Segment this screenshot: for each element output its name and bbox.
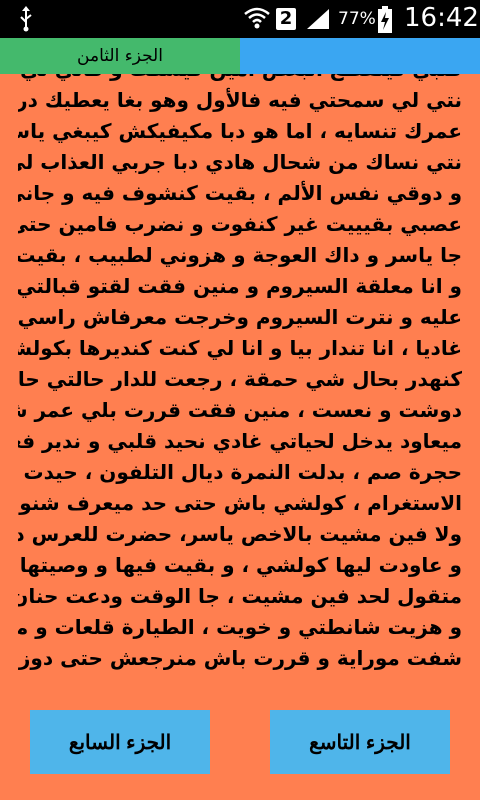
story-line: فلبي كيتقطع البعض امين كيسكت و قالي لي ا… — [18, 74, 462, 85]
story-line: و دوقي نفس الألم ، بقيت كنشوف فيه و جاني… — [18, 181, 462, 205]
story-line: ولا فين مشيت بالاخص ياسر، حضرت للعرس ديا… — [18, 522, 462, 546]
story-line: حجرة صم ، بدلت النمرة ديال التلفون ، حيد… — [18, 460, 462, 484]
story-line: و انا معلقة السيروم و منين فقت لقتو قبال… — [18, 274, 462, 298]
story-line: عليه و نترت السيروم وخرجت معرفاش راسي في… — [18, 305, 462, 329]
clock: 16:42 — [404, 3, 479, 33]
story-line: كنهدر بحال شي حمقة ، رجعت للدار حالتي حا… — [18, 367, 462, 391]
story-line: دوشت و نعست ، منين فقت قررت بلي عمر شي ح… — [18, 398, 462, 422]
story-line: غاديا ، انا تندار بيا و انا لي كنت كندير… — [18, 336, 462, 360]
story-scroll-view[interactable]: فلبي كيتقطع البعض امين كيسكت و قالي لي ا… — [0, 74, 480, 700]
next-part-button[interactable]: الجزء التاسع — [270, 710, 450, 774]
story-line: عصبي بقيييت غير كنفوت و نضرب فامين حتى س… — [18, 212, 462, 236]
story-line: الاستغرام ، كولشي باش حتى حد ميعرف شنو و… — [18, 491, 462, 515]
status-bar: 2 77% 16:42 — [0, 0, 480, 38]
story-line: نتي لي سمحتي فيه فالأول وهو بغا يعطيك در… — [18, 88, 462, 112]
story-line: متقول لحد فين مشيت ، جا الوقت ودعت حنان … — [18, 584, 462, 608]
previous-part-button[interactable]: الجزء السابع — [30, 710, 210, 774]
story-line: جا ياسر و داك العوجة و هزوني لطبيب ، بقي… — [18, 243, 462, 267]
wifi-icon — [244, 7, 270, 33]
sim-slot-badge: 2 — [276, 8, 296, 30]
tab-part-eight[interactable]: الجزء الثامن — [0, 38, 240, 74]
tab-bar: الجزء الثامن — [0, 38, 480, 74]
story-text: فلبي كيتقطع البعض امين كيسكت و قالي لي ا… — [18, 74, 462, 674]
story-line: شفت موراية و قررت باش منرجعش حتى دوز عام… — [18, 646, 462, 670]
story-line: و هزيت شانطتي و خويت ، الطيارة قلعات و م… — [18, 615, 462, 639]
signal-icon — [305, 7, 331, 35]
story-line: نتي نساك من شحال هادي دبا جربي العذاب لي… — [18, 150, 462, 174]
usb-icon — [18, 6, 34, 36]
battery-percent: 77% — [338, 9, 376, 29]
tab-secondary[interactable] — [240, 38, 480, 74]
charging-battery-icon — [377, 6, 393, 38]
story-line: عمرك تنسايه ، اما هو دبا مكيفيكش كيبغي ي… — [18, 119, 462, 143]
story-line: و عاودت ليها كولشي ، و بقيت فيها و وصيته… — [18, 553, 462, 577]
story-line: ميعاود يدخل لحياتي غادي نحيد قلبي و ندير… — [18, 429, 462, 453]
